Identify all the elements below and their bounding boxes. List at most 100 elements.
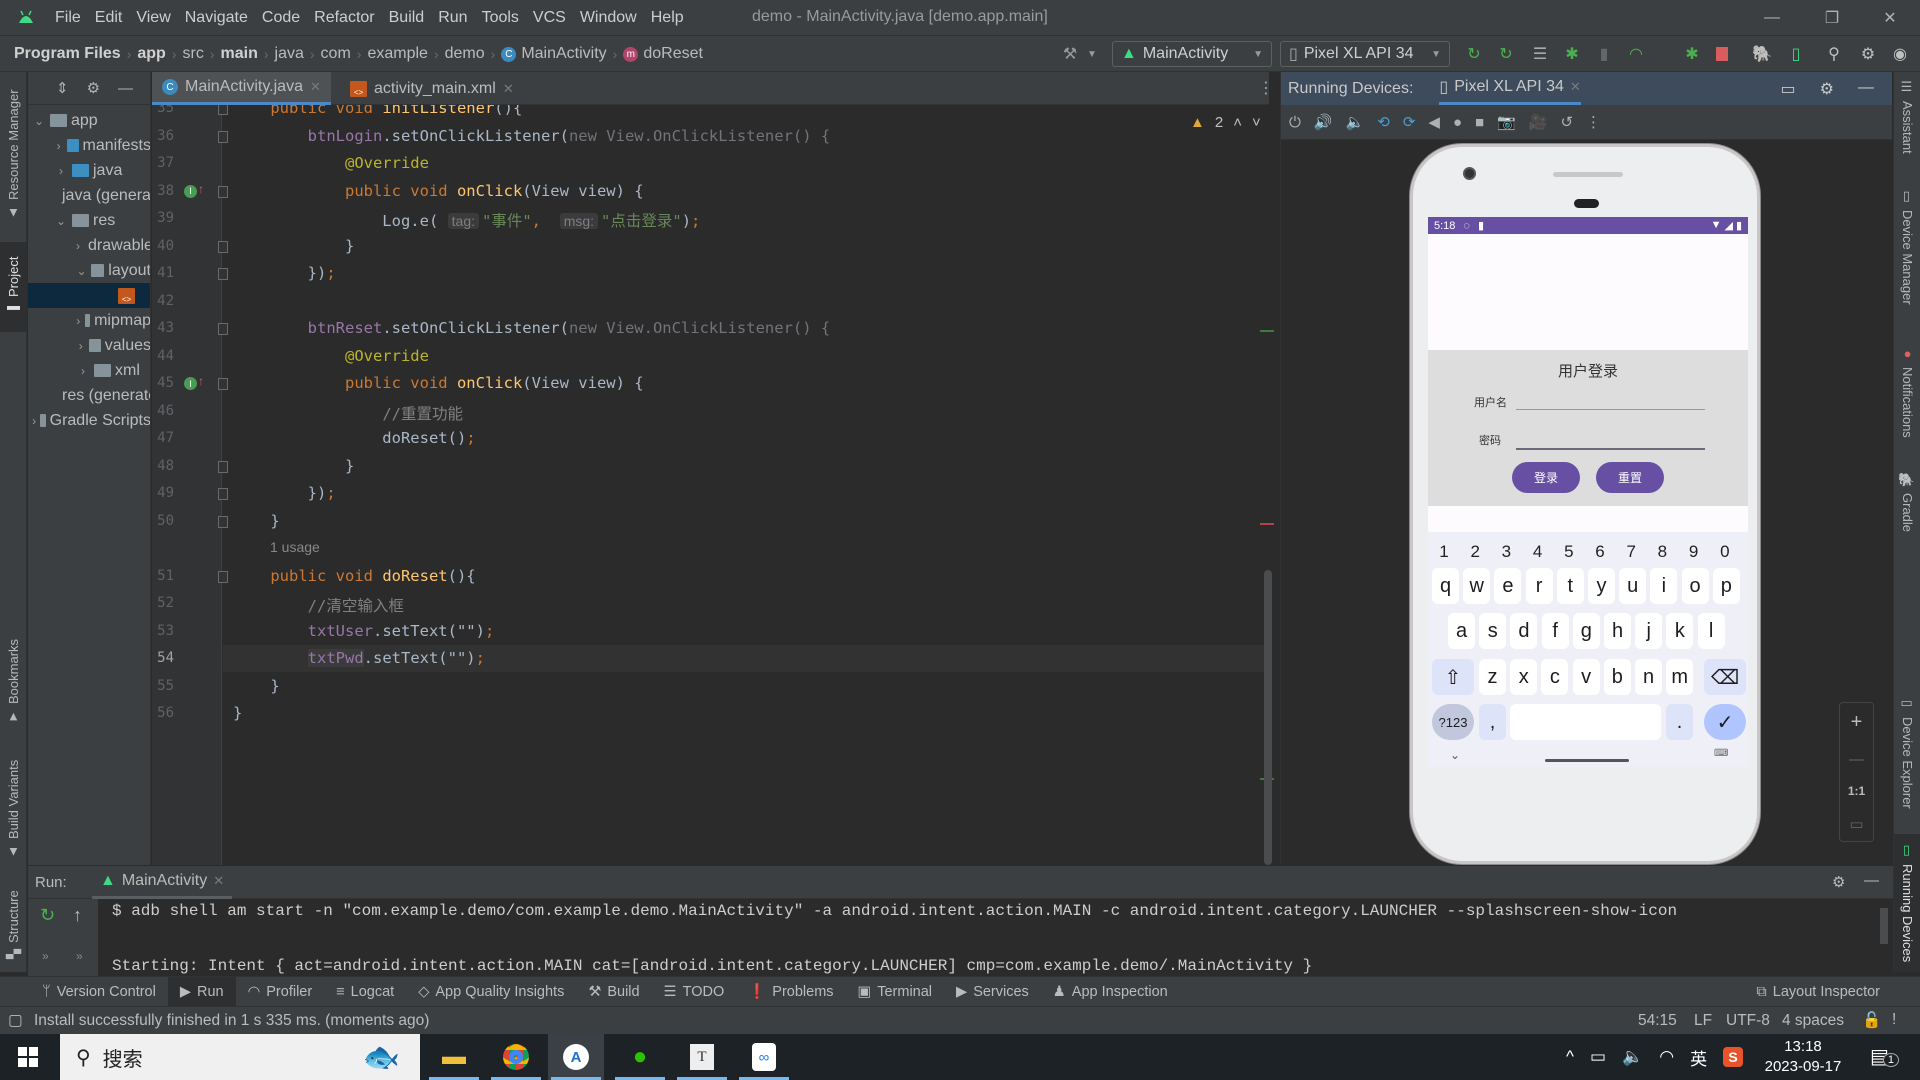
tab-build[interactable]: ⚒ Build <box>576 977 651 1007</box>
fold-marker-icon[interactable] <box>218 460 228 473</box>
code-line[interactable]: public void doReset(){ <box>233 567 475 585</box>
project-tree-item[interactable]: ⌄ res <box>28 208 150 233</box>
device-tab[interactable]: ▯ Pixel XL API 34 ✕ <box>1439 72 1581 105</box>
tab-problems[interactable]: ❗ Problems <box>736 977 845 1007</box>
key-8[interactable]: 8 <box>1652 542 1672 562</box>
console-scrollbar[interactable] <box>1880 908 1888 944</box>
key-q[interactable]: q <box>1432 568 1459 604</box>
tab-assistant[interactable]: ☰ Assistant <box>1894 80 1920 154</box>
rotate-right-icon[interactable]: ⟳ <box>1403 113 1416 131</box>
power-icon[interactable]: ⏻ <box>1289 114 1301 131</box>
key-p[interactable]: p <box>1712 568 1740 604</box>
tab-device-manager[interactable]: ▯ Device Manager <box>1894 182 1920 312</box>
menu-window[interactable]: Window <box>573 9 644 27</box>
typora-app[interactable]: T <box>674 1034 730 1080</box>
indent-setting[interactable]: 4 spaces <box>1782 1012 1844 1030</box>
overview-icon[interactable]: ■ <box>1475 114 1484 131</box>
code-line[interactable]: }); <box>233 484 336 502</box>
zoom-fit-button[interactable]: ▭ <box>1849 815 1863 833</box>
chevron-down-icon[interactable]: ▼ <box>1082 44 1102 64</box>
key-2[interactable]: 2 <box>1465 542 1485 562</box>
status-message[interactable]: Install successfully finished in 1 s 335… <box>34 1012 429 1030</box>
tab-layout-inspector[interactable]: ⧉ Layout Inspector <box>1744 977 1892 1007</box>
expand-icon[interactable]: » <box>76 949 83 963</box>
zoom-actual-size-button[interactable]: 1:1 <box>1848 784 1865 798</box>
menu-edit[interactable]: Edit <box>88 9 130 27</box>
crumb-mainactivity[interactable]: MainActivity <box>521 45 606 63</box>
key-f[interactable]: f <box>1541 613 1569 649</box>
windows-start-icon[interactable] <box>18 1047 38 1067</box>
volume-down-icon[interactable]: 🔈 <box>1346 113 1365 131</box>
close-window-button[interactable]: ✕ <box>1870 4 1910 32</box>
menu-help[interactable]: Help <box>644 9 691 27</box>
tab-terminal[interactable]: ▣ Terminal <box>846 977 945 1007</box>
crumb-src[interactable]: src <box>183 45 204 63</box>
key-h[interactable]: h <box>1604 613 1631 649</box>
input-method-indicator[interactable]: 英 <box>1690 1045 1707 1070</box>
apply-code-changes-icon[interactable]: ☰ <box>1530 44 1550 64</box>
tab-mainactivity-java[interactable]: C MainActivity.java ✕ <box>152 72 331 105</box>
screenshot-camera-icon[interactable]: 📷 <box>1497 113 1516 131</box>
key-z[interactable]: z <box>1479 659 1506 695</box>
menu-vcs[interactable]: VCS <box>526 9 573 27</box>
battery-plug-icon[interactable]: ▭ <box>1590 1047 1606 1067</box>
code-line[interactable]: btnReset.setOnClickListener(new View.OnC… <box>233 319 831 337</box>
fold-marker-icon[interactable] <box>218 570 228 583</box>
key-1[interactable]: 1 <box>1434 542 1454 562</box>
status-window-icon[interactable]: ▢ <box>8 1011 23 1030</box>
fold-marker-icon[interactable] <box>218 130 228 143</box>
settings-gear-icon[interactable]: ⚙ <box>87 79 100 97</box>
apply-changes-icon[interactable]: ↻ <box>1496 44 1516 64</box>
code-line[interactable]: txtPwd.setText(""); <box>233 649 485 667</box>
menu-build[interactable]: Build <box>382 9 432 27</box>
run-tab-mainactivity[interactable]: ▲ MainActivity ✕ <box>92 866 233 899</box>
hide-panel-icon[interactable]: — <box>1858 79 1874 99</box>
key-5[interactable]: 5 <box>1559 542 1579 562</box>
close-tab-icon[interactable]: ✕ <box>310 79 321 95</box>
key-t[interactable]: t <box>1556 568 1584 604</box>
home-icon[interactable]: ● <box>1453 114 1462 131</box>
fold-marker-icon[interactable] <box>218 515 228 528</box>
attach-icon[interactable]: ✱ <box>1682 44 1702 64</box>
comma-key[interactable]: , <box>1479 704 1506 740</box>
attach-debugger-icon[interactable]: ▮ <box>1594 44 1614 64</box>
sync-gradle-icon[interactable]: 🐘 <box>1752 44 1772 64</box>
crumb-program-files[interactable]: Program Files <box>14 45 121 63</box>
volume-icon[interactable]: 🔈 <box>1622 1047 1643 1067</box>
tab-gradle[interactable]: 🐘 Gradle <box>1894 467 1920 537</box>
code-line[interactable]: } <box>233 512 279 530</box>
username-input[interactable] <box>1516 388 1705 408</box>
project-tree-item[interactable]: › mipmap <box>28 308 150 333</box>
run-config-selector[interactable]: ▲ MainActivity ▼ <box>1112 41 1272 67</box>
tab-run[interactable]: ▶ Run <box>167 976 236 1007</box>
reset-button[interactable]: 重置 <box>1596 462 1664 493</box>
fold-marker-icon[interactable] <box>218 378 228 390</box>
code-line[interactable]: } <box>233 237 354 255</box>
key-k[interactable]: k <box>1666 613 1694 649</box>
account-icon[interactable]: ◉ <box>1890 44 1910 64</box>
device-manager-icon[interactable]: ▯ <box>1786 44 1806 64</box>
project-tree-item[interactable]: java (generated) <box>28 183 150 208</box>
code-line[interactable]: btnLogin.setOnClickListener(new View.OnC… <box>233 127 831 145</box>
key-e[interactable]: e <box>1494 568 1522 604</box>
key-v[interactable]: v <box>1572 659 1600 695</box>
key-l[interactable]: l <box>1697 613 1725 649</box>
code-line[interactable]: //清空输入框 <box>233 594 404 616</box>
key-g[interactable]: g <box>1572 613 1600 649</box>
crumb-main[interactable]: main <box>221 45 258 63</box>
action-center-icon[interactable]: ▤1 <box>1870 1044 1900 1069</box>
menu-view[interactable]: View <box>129 9 177 27</box>
caret-position[interactable]: 54:15 <box>1638 1012 1677 1030</box>
code-line[interactable]: public void onClick(View view) { <box>233 374 644 392</box>
tab-bookmarks[interactable]: ▼ Bookmarks <box>0 627 27 737</box>
login-button[interactable]: 登录 <box>1512 462 1580 493</box>
crumb-demo[interactable]: demo <box>445 45 485 63</box>
tab-build-variants[interactable]: ▲ Build Variants <box>0 752 27 867</box>
usage-hint[interactable]: 1 usage <box>270 539 320 555</box>
menu-code[interactable]: Code <box>255 9 307 27</box>
back-icon[interactable]: ◀ <box>1428 113 1440 131</box>
code-line[interactable]: Log.e( tag: "事件", msg: "点击登录"); <box>233 209 700 231</box>
tab-logcat[interactable]: ≡ Logcat <box>324 977 406 1007</box>
search-icon[interactable]: ⚲ <box>1824 44 1844 64</box>
project-tree-item[interactable]: › xml <box>28 358 150 383</box>
